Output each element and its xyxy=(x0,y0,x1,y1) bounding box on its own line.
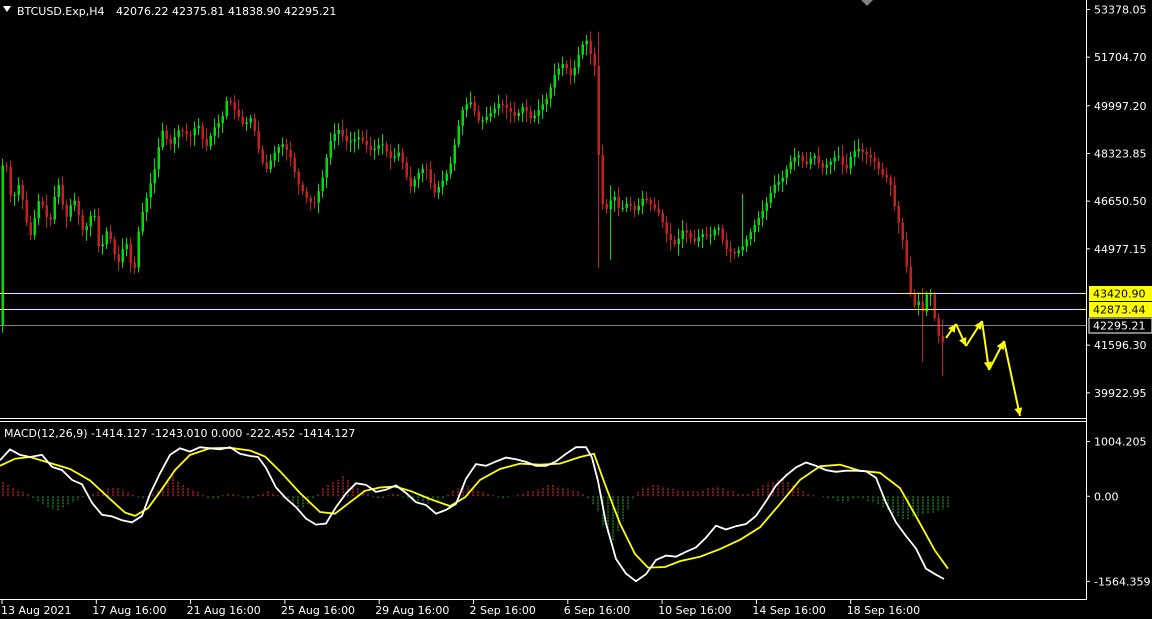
price-tick-label: 41596.30 xyxy=(1094,339,1147,352)
date-tick-label: 10 Sep 16:00 xyxy=(658,604,731,617)
price-tick-label: 48323.85 xyxy=(1094,147,1147,160)
price-tick-label: 51704.70 xyxy=(1094,51,1147,64)
macd-tick-label: 0.00 xyxy=(1094,490,1119,503)
candle xyxy=(137,226,140,273)
date-tick-label: 17 Aug 16:00 xyxy=(92,604,166,617)
level-price-text: 42295.21 xyxy=(1093,320,1146,333)
macd-tick-label: -1564.359 xyxy=(1094,575,1150,588)
symbol-header: BTCUSD.Exp,H4 xyxy=(17,5,105,18)
candle xyxy=(1,158,4,333)
macd-pane[interactable]: MACD(12,26,9) -1414.127 -1243.010 0.000 … xyxy=(0,427,949,583)
price-tick-label: 39922.95 xyxy=(1094,387,1147,400)
level-price-text: 43420.90 xyxy=(1093,288,1146,301)
price-tick-label: 44977.15 xyxy=(1094,243,1147,256)
level-price-label: 42295.21 xyxy=(1088,317,1152,334)
macd-main-line xyxy=(0,446,945,583)
macd-header: MACD(12,26,9) -1414.127 -1243.010 0.000 … xyxy=(4,427,355,440)
macd-group xyxy=(0,446,949,583)
macd-axis[interactable]: 1004.205 0.00 -1564.359 xyxy=(1086,436,1150,589)
level-price-text: 42873.44 xyxy=(1093,304,1146,317)
level-price-label: 42873.44 xyxy=(1089,302,1152,317)
date-tick-label: 21 Aug 16:00 xyxy=(187,604,261,617)
date-tick-label: 29 Aug 16:00 xyxy=(375,604,449,617)
date-tick-label: 13 Aug 2021 xyxy=(1,604,71,617)
price-axis[interactable]: 43420.90 42873.44 42295.21 53378.05 51704.70… xyxy=(1086,3,1152,400)
price-tick-label: 53378.05 xyxy=(1094,3,1147,16)
date-tick-label: 6 Sep 16:00 xyxy=(564,604,630,617)
trading-chart[interactable]: BTCUSD.Exp,H4 42076.22 42375.81 41838.90… xyxy=(0,0,1152,619)
date-tick-label: 25 Aug 16:00 xyxy=(281,604,355,617)
price-pane-bg xyxy=(0,0,1086,418)
date-axis[interactable]: 13 Aug 2021 17 Aug 16:00 21 Aug 16:00 25 Au… xyxy=(1,600,920,617)
date-tick-label: 18 Sep 16:00 xyxy=(847,604,920,617)
price-tick-label: 49997.20 xyxy=(1094,100,1147,113)
ohlc-header: 42076.22 42375.81 41838.90 42295.21 xyxy=(116,5,336,18)
date-tick-label: 14 Sep 16:00 xyxy=(752,604,825,617)
price-pane[interactable]: BTCUSD.Exp,H4 42076.22 42375.81 41838.90… xyxy=(0,0,1086,418)
price-tick-label: 46650.50 xyxy=(1094,195,1147,208)
candle xyxy=(933,291,936,322)
level-price-label: 43420.90 xyxy=(1089,286,1152,301)
macd-tick-label: 1004.205 xyxy=(1094,436,1147,449)
date-tick-label: 2 Sep 16:00 xyxy=(470,604,536,617)
